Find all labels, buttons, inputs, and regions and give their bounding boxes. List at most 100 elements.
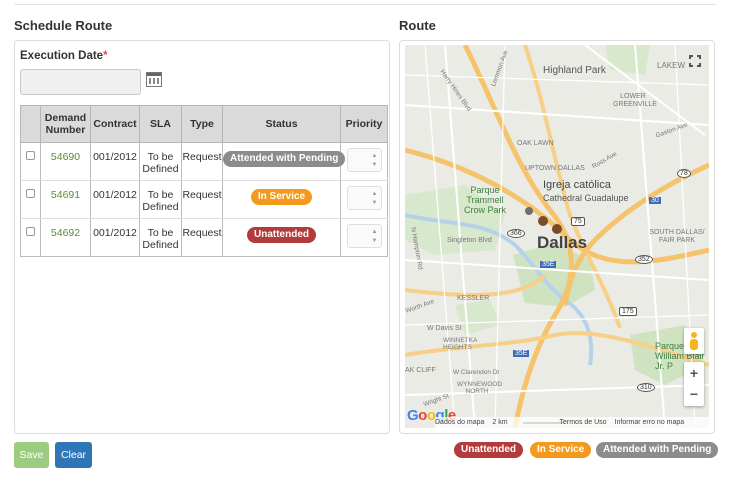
map-marker[interactable]	[525, 207, 533, 215]
row-select-cell	[20, 142, 41, 181]
type-cell: Request	[181, 218, 223, 257]
map-label-uptown: UPTOWN DALLAS	[525, 165, 585, 172]
map-marker[interactable]	[538, 216, 548, 226]
save-button[interactable]: Save	[14, 442, 49, 468]
stepper-up-icon[interactable]: ▲	[372, 191, 378, 197]
row-checkbox[interactable]	[26, 151, 35, 160]
map-label-w-davis: W Davis St	[427, 325, 462, 332]
sla-cell: To be Defined	[139, 218, 182, 257]
zoom-out-button[interactable]: −	[684, 384, 704, 404]
header-sla[interactable]: SLA	[139, 105, 182, 143]
highway-35e-shield: 35E	[540, 261, 557, 268]
execution-date-input[interactable]	[20, 69, 141, 95]
map-label-parque-trammell: Parque Trammell Crow Park	[463, 185, 506, 215]
schedule-route-title: Schedule Route	[14, 18, 113, 33]
demand-link[interactable]: 54692	[51, 227, 80, 239]
status-badge: Attended with Pending	[223, 151, 346, 167]
route-map[interactable]: Highland Park LAKEW LOWER GREENVILLE OAK…	[405, 45, 709, 428]
map-footer: Dados do mapa 2 km Termos de Uso Informa…	[435, 417, 709, 428]
execution-date-text: Execution Date	[20, 50, 104, 62]
schedule-panel: Execution Date* Demand Number Contract S…	[14, 40, 390, 434]
sla-cell: To be Defined	[139, 142, 182, 181]
demand-number-cell: 54692	[40, 218, 91, 257]
map-label-singleton: Singleton Blvd	[447, 237, 492, 244]
highway-175-shield: 175	[619, 307, 637, 316]
priority-cell: ▲ ▼	[340, 142, 388, 181]
demand-number-cell: 54691	[40, 180, 91, 219]
map-label-highland-park: Highland Park	[543, 65, 606, 76]
highway-30-shield: 30	[649, 197, 661, 204]
table-header-row: Demand Number Contract SLA Type Status P…	[20, 105, 388, 143]
highway-75-shield: 75	[571, 217, 585, 226]
highway-78-shield: 78	[677, 169, 691, 178]
clear-button[interactable]: Clear	[55, 442, 92, 468]
header-select	[20, 105, 41, 143]
terms-link[interactable]: Termos de Uso	[560, 419, 607, 426]
row-select-cell	[20, 180, 41, 219]
execution-date-label: Execution Date*	[20, 50, 108, 62]
priority-stepper[interactable]: ▲ ▼	[346, 148, 382, 172]
highway-310-shield: 310	[637, 383, 655, 392]
stepper-up-icon[interactable]: ▲	[372, 153, 378, 159]
header-demand-number[interactable]: Demand Number	[40, 105, 91, 143]
contract-cell: 001/2012	[90, 142, 140, 181]
routes-table: Demand Number Contract SLA Type Status P…	[20, 105, 388, 257]
stepper-up-icon[interactable]: ▲	[372, 229, 378, 235]
demand-link[interactable]: 54690	[51, 151, 80, 163]
stepper-down-icon[interactable]: ▼	[372, 200, 378, 206]
demand-number-cell: 54690	[40, 142, 91, 181]
scale-label: 2 km	[492, 419, 508, 426]
legend-in-service-badge: In Service	[530, 442, 592, 458]
demand-link[interactable]: 54691	[51, 189, 80, 201]
route-title: Route	[399, 18, 436, 33]
map-label-winnetka: WINNETKA HEIGHTS	[443, 337, 477, 351]
row-checkbox[interactable]	[26, 227, 35, 236]
map-label-igreja: Igreja católica	[543, 179, 611, 191]
map-label-oak-cliff: AK CLIFF	[405, 367, 436, 374]
map-label-lower-greenville: LOWER GREENVILLE	[613, 93, 657, 108]
stepper-down-icon[interactable]: ▼	[372, 162, 378, 168]
status-cell: Attended with Pending	[222, 142, 346, 181]
map-label-kessler: KESSLER	[457, 295, 490, 302]
table-row: 54690 001/2012 To be Defined Request Att…	[20, 142, 388, 181]
highway-35e-shield: 35E	[513, 350, 530, 357]
route-map-panel: Highland Park LAKEW LOWER GREENVILLE OAK…	[399, 40, 715, 434]
table-row: 54692 001/2012 To be Defined Request Una…	[20, 218, 388, 257]
map-data-link[interactable]: Dados do mapa	[435, 419, 484, 426]
header-type[interactable]: Type	[181, 105, 223, 143]
type-cell: Request	[181, 142, 223, 181]
row-select-cell	[20, 218, 41, 257]
calendar-icon[interactable]	[146, 72, 162, 87]
priority-cell: ▲ ▼	[340, 218, 388, 257]
header-priority[interactable]: Priority	[340, 105, 388, 143]
contract-cell: 001/2012	[90, 180, 140, 219]
table-row: 54691 001/2012 To be Defined Request In …	[20, 180, 388, 219]
highway-366-shield: 366	[507, 229, 525, 238]
street-view-pegman-icon[interactable]	[684, 328, 704, 354]
sla-cell: To be Defined	[139, 180, 182, 219]
legend-attended-pending-badge: Attended with Pending	[596, 442, 719, 458]
stepper-down-icon[interactable]: ▼	[372, 238, 378, 244]
row-checkbox[interactable]	[26, 189, 35, 198]
zoom-controls: + −	[684, 362, 704, 406]
priority-stepper[interactable]: ▲ ▼	[346, 186, 382, 210]
top-divider	[14, 4, 716, 5]
type-cell: Request	[181, 180, 223, 219]
park-area	[605, 45, 650, 75]
status-cell: In Service	[222, 180, 341, 219]
report-error-link[interactable]: Informar erro no mapa	[615, 419, 685, 426]
legend-unattended-badge: Unattended	[454, 442, 523, 458]
header-contract[interactable]: Contract	[90, 105, 140, 143]
map-label-south-dallas: SOUTH DALLAS/ FAIR PARK	[649, 229, 705, 244]
priority-cell: ▲ ▼	[340, 180, 388, 219]
map-label-oak-lawn: OAK LAWN	[517, 140, 554, 147]
map-label-cathedral: Cathedral Guadalupe	[543, 193, 629, 203]
status-cell: Unattended	[222, 218, 341, 257]
header-status[interactable]: Status	[222, 105, 341, 143]
zoom-in-button[interactable]: +	[684, 363, 704, 383]
required-mark: *	[103, 50, 108, 62]
priority-stepper[interactable]: ▲ ▼	[346, 224, 382, 248]
fullscreen-icon[interactable]	[689, 55, 701, 67]
map-label-wynnewood: WYNNEWOOD NORTH	[457, 381, 503, 395]
status-badge: Unattended	[247, 227, 316, 243]
